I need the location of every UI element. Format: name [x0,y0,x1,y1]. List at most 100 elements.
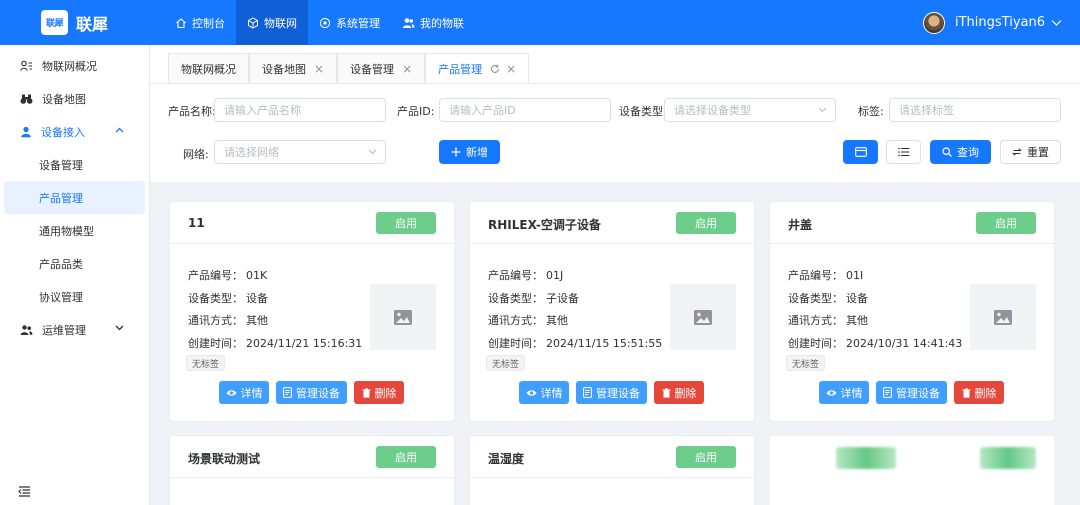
network-placeholder: 请选择网络 [224,146,279,159]
topnav-label: 系统管理 [336,16,380,30]
tab-device-manage[interactable]: 设备管理 × [337,53,426,83]
avatar [923,11,945,34]
field-value: 其他 [546,314,568,327]
chevron-down-icon [818,107,827,113]
chevron-down-icon [368,149,377,155]
field-key: 产品编号： [188,269,243,282]
status-badge: 启用 [676,212,736,234]
product-card[interactable]: 井盖 启用 产品编号： 01I 设备类型： 设备 通讯方式： 其他 创建时间： 2024… [769,201,1055,422]
list-view-button[interactable] [886,140,921,164]
field-value: 设备 [246,292,268,305]
detail-button[interactable]: 详情 [519,381,569,404]
field-value: 子设备 [546,292,579,305]
detail-button[interactable]: 详情 [819,381,869,404]
product-card[interactable]: 11 启用 产品编号： 01K 设备类型： 设备 通讯方式： 其他 创建时间： 2024… [169,201,455,422]
home-icon [176,17,186,28]
delete-button[interactable]: 删除 [354,381,404,404]
reset-icon [1012,148,1022,156]
delete-button[interactable]: 删除 [954,381,1004,404]
user-menu[interactable]: iThingsTiyan6 [923,0,1062,45]
collapse-menu-icon[interactable] [18,486,31,497]
card-header: RHILEX-空调子设备 启用 [470,202,754,244]
manage-devices-button-label: 管理设备 [596,386,640,400]
tab-bar: 物联网概况 设备地图 × 设备管理 × 产品管理 × [150,45,1080,84]
sidebar-subitem-product-category[interactable]: 产品品类 [0,247,149,280]
tab-product-manage[interactable]: 产品管理 × [425,53,530,83]
network-select[interactable]: 请选择网络 [214,140,386,164]
close-icon[interactable]: × [506,62,516,76]
status-badge: 启用 [976,212,1036,234]
sidebar-item-device-map[interactable]: 设备地图 [0,82,149,115]
sidebar-subitem-product-manage[interactable]: 产品管理 [4,181,145,214]
sidebar-item-device-access[interactable]: 设备接入 [0,115,149,148]
trash-icon [662,388,670,398]
card-title: 温湿度 [488,452,525,466]
tab-label: 产品管理 [438,62,483,76]
users-icon [402,17,415,28]
topnav-item-mine[interactable]: 我的物联 [391,0,475,45]
product-name-input[interactable] [214,98,386,122]
eye-icon [826,389,836,396]
trash-icon [362,388,370,398]
field-value: 2024/11/15 15:51:55 [546,337,663,350]
tag-badge: 无标签 [486,355,526,371]
tags-input[interactable] [889,98,1061,122]
query-button[interactable]: 查询 [930,140,991,164]
tab-iot-overview[interactable]: 物联网概况 [168,53,249,83]
field-key: 通讯方式： [788,314,843,327]
tab-label: 设备地图 [262,62,306,76]
product-card[interactable]: RHILEX-空调子设备 启用 产品编号： 01J 设备类型： 子设备 通讯方式：其… [469,201,755,422]
close-icon[interactable]: × [402,62,412,76]
search-icon [942,147,952,157]
delete-button[interactable]: 删除 [654,381,704,404]
product-image-placeholder [970,284,1036,350]
sidebar-item-overview[interactable]: 物联网概况 [0,49,149,82]
card-field-product-no: 产品编号： 01J [488,267,563,283]
field-key: 通讯方式： [488,314,543,327]
sidebar-subitem-device-manage[interactable]: 设备管理 [0,148,149,181]
card-header: 场景联动测试 启用 [170,436,454,478]
field-value: 其他 [246,314,268,327]
device-type-select[interactable]: 请选择设备类型 [664,98,836,122]
product-card[interactable]: 温湿度 启用 [469,435,755,505]
detail-button[interactable]: 详情 [219,381,269,404]
add-button[interactable]: 新增 [439,140,500,164]
plus-icon [451,147,461,157]
refresh-icon[interactable] [490,64,500,74]
card-header: 温湿度 启用 [470,436,754,478]
delete-button-label: 删除 [974,386,997,400]
product-id-input[interactable] [439,98,611,122]
sidebar-subitem-label: 设备管理 [39,158,83,172]
sidebar-subitem-common-model[interactable]: 通用物模型 [0,214,149,247]
product-card[interactable]: 场景联动测试 启用 [169,435,455,505]
card-field-device-type: 设备类型： 子设备 [488,290,579,306]
card-field-device-type: 设备类型： 设备 [188,290,268,306]
brand[interactable]: 联犀 联犀 [0,0,150,45]
topnav-item-console[interactable]: 控制台 [164,0,236,45]
field-value: 设备 [846,292,868,305]
sidebar-subitem-protocol-manage[interactable]: 协议管理 [0,280,149,313]
card-field-comm-mode: 通讯方式： 其他 [488,312,568,328]
topnav-item-iot[interactable]: 物联网 [236,0,308,45]
card-field-created-at: 创建时间： 2024/11/21 15:16:31 [188,335,362,351]
product-name-label: 产品名称: [168,105,216,118]
sidebar-item-ops[interactable]: 运维管理 [0,313,149,346]
tag-badge: 无标签 [786,355,826,371]
query-button-label: 查询 [957,146,979,159]
image-icon [394,309,412,325]
tab-label: 物联网概况 [181,62,236,76]
add-button-label: 新增 [466,146,488,159]
cube-icon [248,16,258,29]
tab-device-map[interactable]: 设备地图 × [249,53,338,83]
reset-button[interactable]: 重置 [1000,140,1061,164]
card-view-button[interactable] [843,140,878,164]
close-icon[interactable]: × [314,62,324,76]
manage-devices-button[interactable]: 管理设备 [876,381,947,404]
topnav-item-system[interactable]: 系统管理 [308,0,391,45]
manage-devices-button[interactable]: 管理设备 [576,381,647,404]
device-list-icon [583,387,592,398]
manage-devices-button[interactable]: 管理设备 [276,381,347,404]
filter-panel: 产品名称: 产品ID: 设备类型: 请选择设备类型 标签: 网络: 请选择网络 … [150,84,1080,182]
top-nav: 控制台 物联网 系统管理 我的物联 [164,0,475,45]
tag-badge: 无标签 [186,355,226,371]
